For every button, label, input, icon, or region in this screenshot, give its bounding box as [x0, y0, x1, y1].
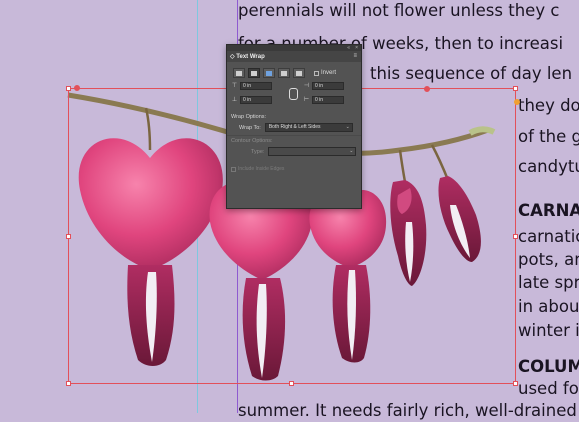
bounding-box-icon [251, 70, 257, 76]
chevron-down-icon: ⌄ [345, 124, 350, 130]
anchor-point[interactable] [424, 86, 430, 92]
anchor-point[interactable] [514, 99, 520, 105]
no-wrap-button[interactable] [233, 68, 245, 78]
left-offset-field[interactable]: 0 in [312, 82, 344, 90]
resize-handle[interactable] [289, 381, 294, 386]
jump-object-icon [281, 70, 287, 76]
wrap-object-shape-button[interactable] [263, 68, 275, 78]
contour-type-dropdown[interactable]: ⌄ [268, 147, 357, 156]
jump-object-button[interactable] [278, 68, 290, 78]
chevron-down-icon: ⌄ [349, 148, 354, 154]
invert-checkbox[interactable] [314, 70, 319, 76]
panel-title: Text Wrap [236, 54, 265, 60]
resize-handle[interactable] [66, 234, 71, 239]
wrap-bounding-box-button[interactable] [248, 68, 260, 78]
include-inside-edges-label: Include Inside Edges [238, 166, 285, 172]
wrap-to-dropdown[interactable]: Both Right & Left Sides ⌄ [264, 123, 353, 132]
jump-next-column-button[interactable] [293, 68, 305, 78]
chain-link-icon[interactable] [289, 88, 298, 100]
bottom-offset-icon: ⊥ [231, 97, 238, 103]
menu-icon[interactable]: ≡ [353, 53, 357, 59]
include-inside-edges-checkbox[interactable] [231, 166, 236, 172]
resize-handle[interactable] [513, 381, 518, 386]
right-offset-field[interactable]: 0 in [312, 96, 344, 104]
top-offset-field[interactable]: 0 in [240, 82, 272, 90]
next-column-icon [296, 70, 302, 76]
wrap-to-label: Wrap To: [239, 124, 261, 131]
anchor-point[interactable] [74, 85, 80, 91]
resize-handle[interactable] [513, 86, 518, 91]
resize-handle[interactable] [513, 234, 518, 239]
type-label: Type: [251, 148, 265, 155]
object-shape-icon [266, 70, 272, 76]
left-offset-icon: ⊣ [303, 83, 310, 89]
right-offset-icon: ⊢ [303, 97, 310, 103]
bottom-offset-field[interactable]: 0 in [240, 96, 272, 104]
text-wrap-panel[interactable]: « × ◇ Text Wrap ≡ Invert ⊤ 0 in ⊥ 0 in ⊣… [226, 44, 362, 209]
panel-tab-text-wrap[interactable]: ◇ Text Wrap [230, 53, 265, 60]
resize-handle[interactable] [66, 381, 71, 386]
no-wrap-icon [236, 70, 242, 76]
invert-label: Invert [321, 70, 337, 76]
resize-handle[interactable] [66, 86, 71, 91]
wrap-to-value: Both Right & Left Sides [268, 124, 321, 130]
top-offset-icon: ⊤ [231, 83, 238, 89]
